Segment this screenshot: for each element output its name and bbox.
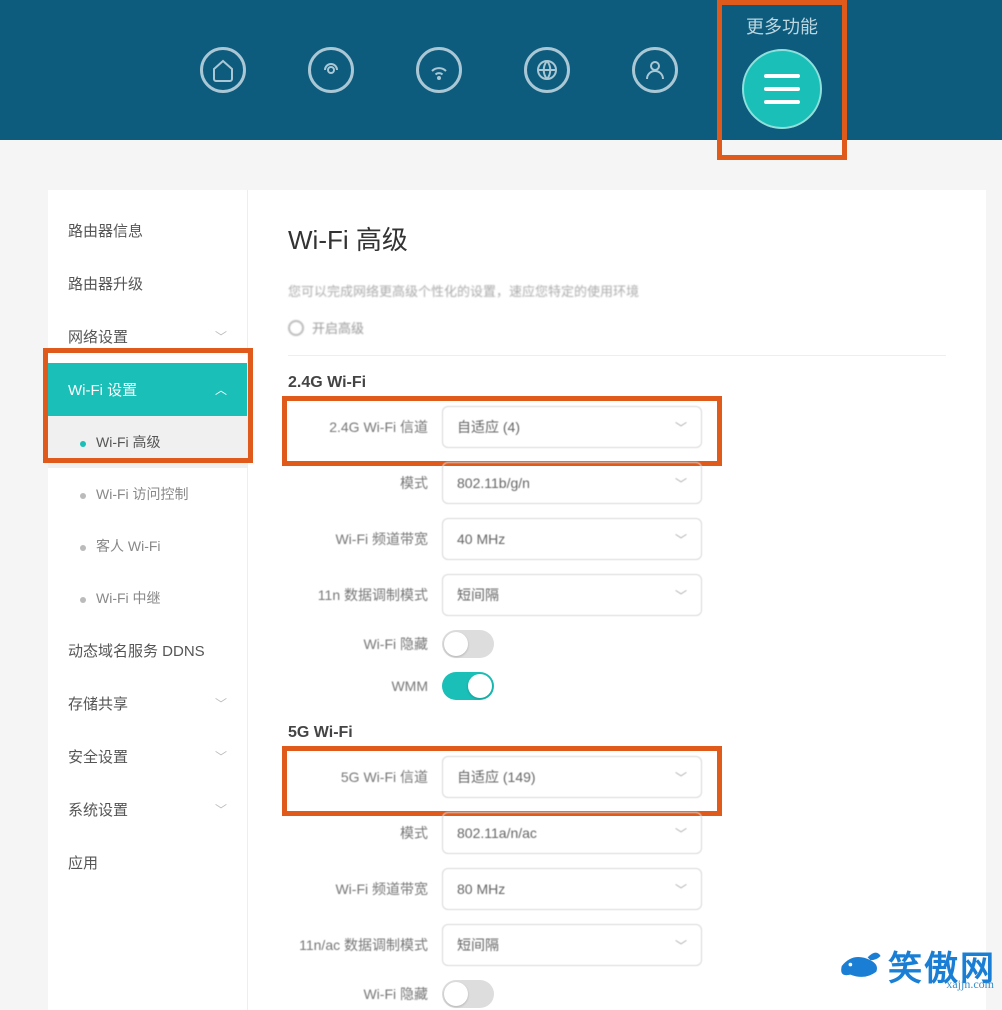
chevron-down-icon: ﹀	[675, 825, 687, 842]
row-24g-11n: 11n 数据调制模式 短间隔﹀	[288, 574, 946, 616]
more-menu-highlight: 更多功能	[717, 0, 847, 160]
sidebar-item-system[interactable]: 系统设置﹀	[48, 783, 247, 836]
chevron-down-icon: ﹀	[675, 531, 687, 548]
page-title: Wi-Fi 高级	[288, 220, 946, 257]
chevron-down-icon: ﹀	[215, 801, 227, 818]
select-5g-channel[interactable]: 自适应 (149)﹀	[442, 756, 702, 798]
advanced-radio[interactable]: 开启高级	[288, 318, 946, 337]
sidebar-item-router-info[interactable]: 路由器信息	[48, 204, 247, 257]
watermark-url: xajjn.com	[946, 977, 994, 992]
sidebar-item-storage[interactable]: 存储共享﹀	[48, 677, 247, 730]
sidebar-sub-guest-wifi[interactable]: 客人 Wi-Fi	[48, 520, 247, 572]
sidebar-sub-wifi-relay[interactable]: Wi-Fi 中继	[48, 572, 247, 624]
toggle-24g-hide[interactable]	[442, 630, 494, 658]
sidebar: 路由器信息 路由器升级 网络设置﹀ Wi-Fi 设置︿ Wi-Fi 高级 Wi-…	[48, 190, 248, 1010]
radio-icon	[288, 320, 304, 336]
sidebar-item-network[interactable]: 网络设置﹀	[48, 310, 247, 363]
home-icon[interactable]	[200, 47, 246, 93]
sidebar-sub-wifi-advanced[interactable]: Wi-Fi 高级	[48, 416, 247, 468]
section-title-5g: 5G Wi-Fi	[288, 724, 946, 742]
toggle-24g-wmm[interactable]	[442, 672, 494, 700]
sidebar-item-apps[interactable]: 应用	[48, 836, 247, 889]
row-24g-mode: 模式 802.11b/g/n﹀	[288, 462, 946, 504]
chevron-down-icon: ﹀	[215, 748, 227, 765]
section-title-24g: 2.4G Wi-Fi	[288, 374, 946, 392]
chevron-down-icon: ﹀	[675, 769, 687, 786]
row-24g-bw: Wi-Fi 频道带宽 40 MHz﹀	[288, 518, 946, 560]
divider	[288, 355, 946, 356]
row-24g-wmm: WMM	[288, 672, 946, 700]
select-24g-mode[interactable]: 802.11b/g/n﹀	[442, 462, 702, 504]
chevron-down-icon: ﹀	[675, 419, 687, 436]
row-5g-channel: 5G Wi-Fi 信道 自适应 (149)﹀	[288, 756, 946, 798]
select-24g-channel[interactable]: 自适应 (4)﹀	[442, 406, 702, 448]
page-description: 您可以完成网络更高级个性化的设置，速应您特定的使用环境	[288, 281, 946, 300]
sidebar-item-router-upgrade[interactable]: 路由器升级	[48, 257, 247, 310]
hamburger-icon[interactable]	[742, 49, 822, 129]
user-icon[interactable]	[632, 47, 678, 93]
select-5g-bw[interactable]: 80 MHz﹀	[442, 868, 702, 910]
chevron-down-icon: ﹀	[215, 328, 227, 345]
row-5g-mode: 模式 802.11a/n/ac﹀	[288, 812, 946, 854]
sidebar-sub-wifi-access[interactable]: Wi-Fi 访问控制	[48, 468, 247, 520]
top-navbar: 更多功能	[0, 0, 1002, 140]
chevron-down-icon: ﹀	[675, 475, 687, 492]
row-5g-bw: Wi-Fi 频道带宽 80 MHz﹀	[288, 868, 946, 910]
chevron-down-icon: ﹀	[215, 695, 227, 712]
select-5g-11n[interactable]: 短间隔﹀	[442, 924, 702, 966]
chevron-down-icon: ﹀	[675, 937, 687, 954]
sidebar-item-ddns[interactable]: 动态域名服务 DDNS	[48, 624, 247, 677]
watermark: 笑傲网 xajjn.com	[836, 941, 996, 990]
toggle-5g-hide[interactable]	[442, 980, 494, 1008]
more-menu-label: 更多功能	[722, 13, 842, 39]
select-24g-11n[interactable]: 短间隔﹀	[442, 574, 702, 616]
chevron-up-icon: ︿	[215, 381, 227, 398]
chevron-down-icon: ﹀	[675, 881, 687, 898]
main-panel: Wi-Fi 高级 您可以完成网络更高级个性化的设置，速应您特定的使用环境 开启高…	[248, 190, 986, 1010]
sidebar-item-wifi[interactable]: Wi-Fi 设置︿	[48, 363, 247, 416]
content-area: 路由器信息 路由器升级 网络设置﹀ Wi-Fi 设置︿ Wi-Fi 高级 Wi-…	[48, 190, 986, 1010]
globe-icon[interactable]	[524, 47, 570, 93]
row-24g-hide: Wi-Fi 隐藏	[288, 630, 946, 658]
wifi-icon[interactable]	[416, 47, 462, 93]
fish-icon	[836, 943, 882, 989]
chevron-down-icon: ﹀	[675, 587, 687, 604]
sidebar-item-security[interactable]: 安全设置﹀	[48, 730, 247, 783]
select-24g-bw[interactable]: 40 MHz﹀	[442, 518, 702, 560]
select-5g-mode[interactable]: 802.11a/n/ac﹀	[442, 812, 702, 854]
row-24g-channel: 2.4G Wi-Fi 信道 自适应 (4)﹀	[288, 406, 946, 448]
signal-icon[interactable]	[308, 47, 354, 93]
